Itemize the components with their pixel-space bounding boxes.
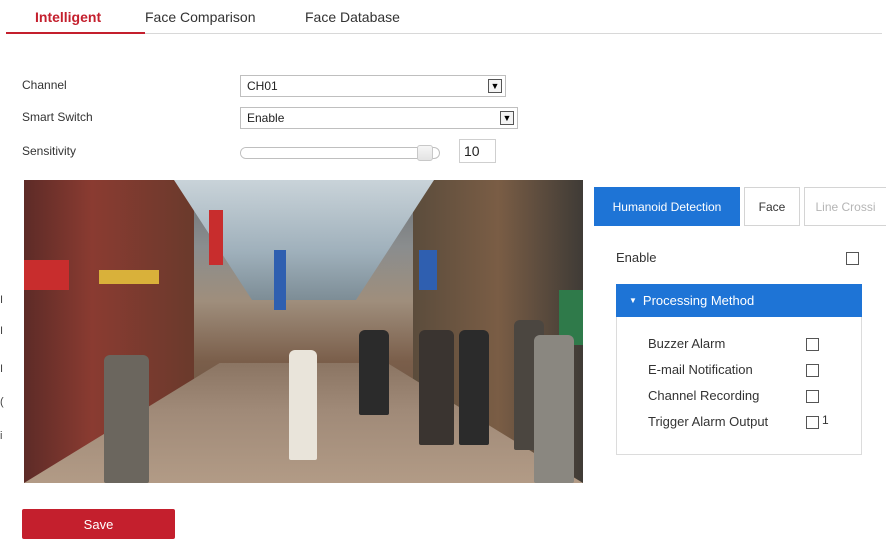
camera-preview[interactable] (24, 180, 583, 483)
channel-select[interactable]: CH01 ▼ (240, 75, 506, 97)
smart-switch-label: Smart Switch (22, 110, 93, 124)
processing-method-header[interactable]: ▼ Processing Method (616, 284, 862, 317)
tab-humanoid-detection[interactable]: Humanoid Detection (594, 187, 740, 226)
channel-label: Channel (22, 78, 67, 92)
trigger-alarm-output-label: Trigger Alarm Output (648, 414, 769, 429)
processing-method-title: Processing Method (642, 293, 755, 308)
edge-mark: I (0, 325, 4, 337)
buzzer-alarm-label: Buzzer Alarm (648, 336, 726, 351)
sensitivity-slider-fill (241, 148, 417, 158)
tab-intelligent[interactable]: Intelligent (35, 9, 101, 25)
edge-mark: I (0, 294, 4, 306)
smart-switch-select[interactable]: Enable ▼ (240, 107, 518, 129)
sensitivity-label: Sensitivity (22, 144, 77, 158)
tab-line-crossing[interactable]: Line Crossi (804, 187, 886, 226)
email-notification-label: E-mail Notification (648, 362, 753, 377)
tab-face[interactable]: Face (744, 187, 800, 226)
enable-checkbox[interactable] (846, 252, 859, 265)
buzzer-alarm-checkbox[interactable] (806, 338, 819, 351)
tab-face-comparison[interactable]: Face Comparison (145, 9, 256, 25)
edge-mark: I (0, 363, 4, 375)
trigger-alarm-output-checkbox[interactable] (806, 416, 819, 429)
active-tab-indicator (6, 32, 145, 34)
top-tab-bar: Intelligent Face Comparison Face Databas… (0, 0, 886, 36)
chevron-down-icon[interactable]: ▼ (488, 79, 502, 93)
tab-face-database[interactable]: Face Database (305, 9, 400, 25)
channel-select-value: CH01 (247, 79, 278, 93)
caret-down-icon: ▼ (629, 296, 637, 305)
smart-switch-select-value: Enable (247, 111, 285, 125)
sensitivity-value-input[interactable]: 10 (459, 139, 496, 163)
email-notification-checkbox[interactable] (806, 364, 819, 377)
trigger-alarm-output-number: 1 (822, 413, 829, 427)
sensitivity-slider-thumb[interactable] (417, 145, 433, 161)
enable-label: Enable (616, 250, 657, 265)
edge-mark: ( (0, 396, 4, 408)
channel-recording-checkbox[interactable] (806, 390, 819, 403)
save-button[interactable]: Save (22, 509, 175, 539)
sensitivity-slider[interactable] (240, 145, 440, 161)
edge-mark: i (0, 430, 3, 442)
channel-recording-label: Channel Recording (648, 388, 760, 403)
chevron-down-icon[interactable]: ▼ (500, 111, 514, 125)
